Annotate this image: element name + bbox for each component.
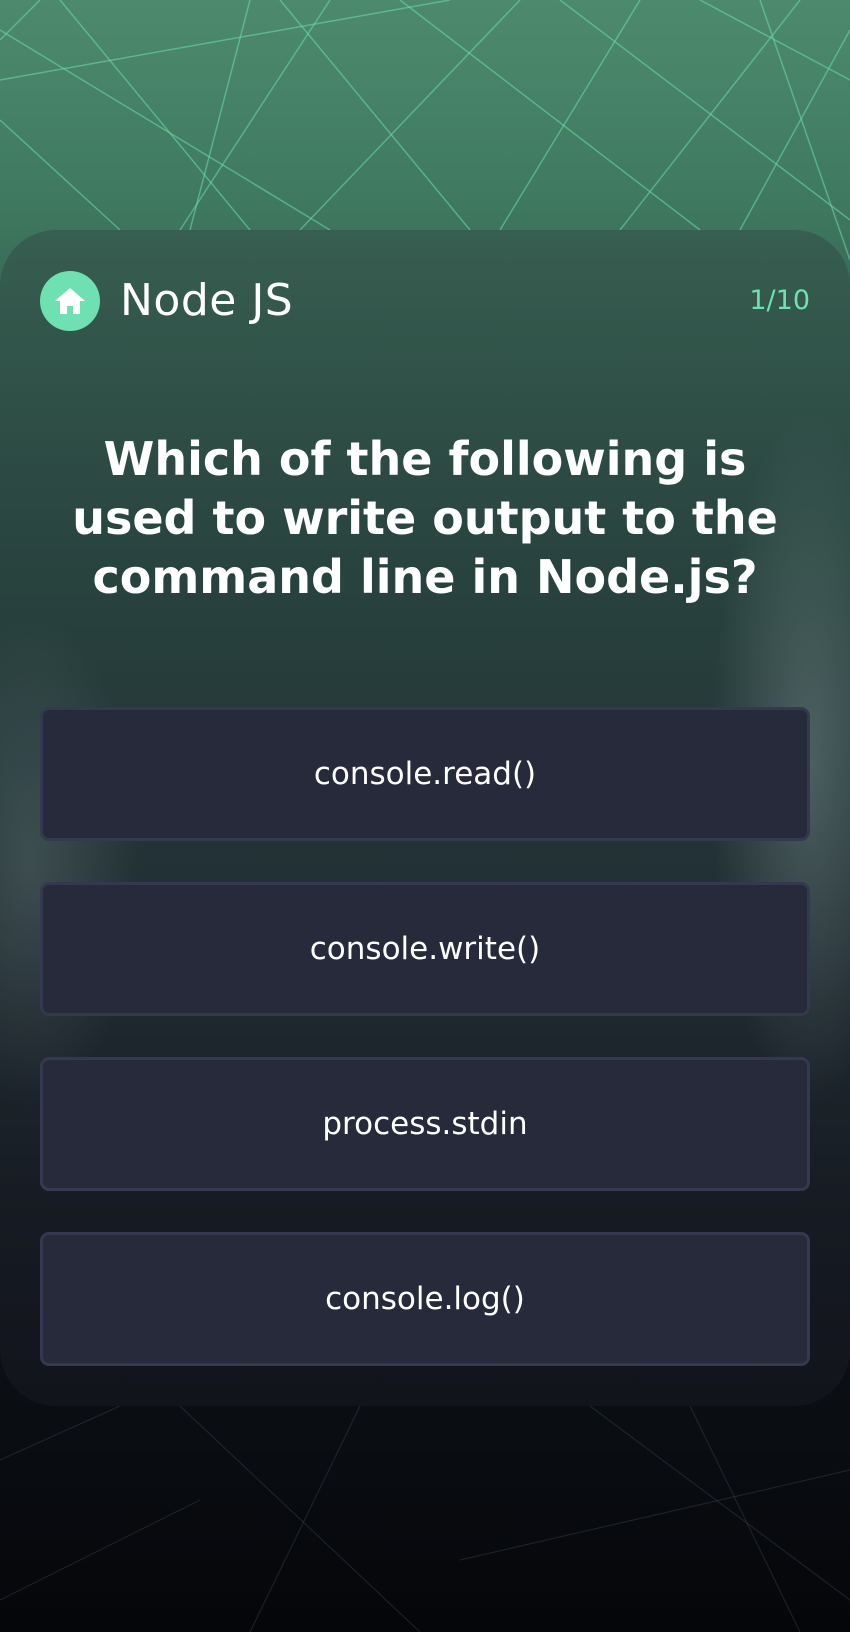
quiz-title: Node JS	[120, 275, 294, 326]
answer-list: console.read() console.write() process.s…	[40, 707, 810, 1366]
quiz-screen: Node JS 1/10 Which of the following is u…	[0, 0, 850, 1632]
answer-option[interactable]: console.read()	[40, 707, 810, 841]
question-counter: 1/10	[749, 285, 810, 316]
question-text: Which of the following is used to write …	[72, 432, 778, 604]
answer-option[interactable]: console.log()	[40, 1232, 810, 1366]
answer-option[interactable]: console.write()	[40, 882, 810, 1016]
answer-option[interactable]: process.stdin	[40, 1057, 810, 1191]
home-icon	[55, 288, 85, 314]
quiz-card: Node JS 1/10 Which of the following is u…	[0, 230, 850, 1406]
home-button[interactable]	[40, 271, 100, 331]
